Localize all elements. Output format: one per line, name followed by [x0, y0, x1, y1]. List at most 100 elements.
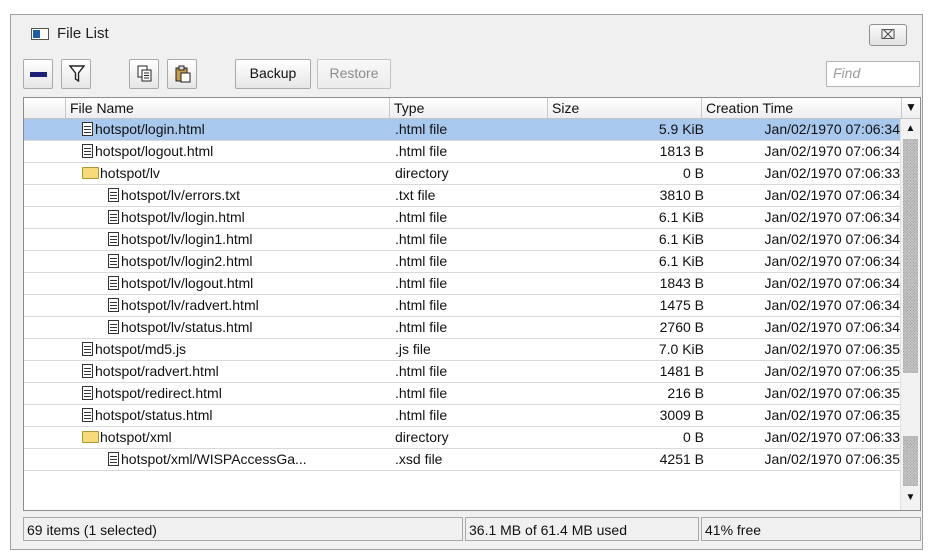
table-row[interactable]: hotspot/lv/login.html .html file 6.1 KiB Ja… — [24, 207, 900, 229]
header-size[interactable]: Size — [548, 98, 702, 118]
find-input[interactable]: Find — [826, 61, 920, 87]
scroll-track-upper[interactable] — [903, 139, 918, 373]
cell-file-name: hotspot/lv/logout.html — [82, 273, 426, 294]
column-menu-icon[interactable]: ▼ — [902, 98, 920, 118]
file-icon — [82, 408, 93, 422]
cell-creation-time: Jan/02/1970 07:06:34 — [764, 209, 900, 225]
header-type[interactable]: Type — [390, 98, 548, 118]
file-name-text: hotspot/xml — [100, 429, 172, 445]
scroll-down-arrow-icon[interactable]: ▼ — [901, 488, 920, 508]
status-disk-usage: 36.1 MB of 61.4 MB used — [465, 517, 699, 541]
table-row[interactable]: hotspot/lv/errors.txt .txt file 3810 B Jan/… — [24, 185, 900, 207]
backup-button[interactable]: Backup — [235, 59, 311, 89]
header-file-name[interactable]: File Name ⁄ — [66, 98, 390, 118]
cell-creation-time: Jan/02/1970 07:06:33 — [764, 429, 900, 445]
cell-type: .html file — [395, 385, 448, 401]
cell-size: 3009 B — [659, 407, 704, 423]
file-icon — [108, 188, 119, 202]
cell-creation-time: Jan/02/1970 07:06:34 — [764, 297, 900, 313]
cell-file-name: hotspot/lv/radvert.html — [82, 295, 426, 316]
file-icon — [82, 342, 93, 356]
cell-size: 1813 B — [659, 143, 704, 159]
header-creation-time[interactable]: Creation Time — [702, 98, 902, 118]
file-name-text: hotspot/status.html — [95, 407, 213, 423]
window-title: File List — [57, 25, 109, 42]
table-row[interactable]: hotspot/radvert.html .html file 1481 B Jan/… — [24, 361, 900, 383]
scroll-up-arrow-icon[interactable]: ▲ — [901, 119, 920, 139]
cell-creation-time: Jan/02/1970 07:06:34 — [764, 121, 900, 137]
copy-icon — [137, 65, 152, 82]
file-icon — [108, 232, 119, 246]
cell-type: .html file — [395, 209, 448, 225]
cell-file-name: hotspot/lv — [82, 163, 400, 184]
file-name-text: hotspot/lv/login2.html — [121, 253, 253, 269]
cell-type: .html file — [395, 363, 448, 379]
cell-size: 1843 B — [659, 275, 704, 291]
file-table: File Name ⁄ Type Size Creation Time ▼ ho… — [23, 97, 921, 511]
table-row[interactable]: hotspot/lv/logout.html .html file 1843 B Ja… — [24, 273, 900, 295]
table-row[interactable]: hotspot/login.html .html file 5.9 KiB Jan/0… — [24, 119, 900, 141]
cell-type: .html file — [395, 297, 448, 313]
file-icon — [108, 276, 119, 290]
vertical-scrollbar[interactable]: ▲ ▼ — [900, 119, 920, 510]
toolbar: Backup Restore Find — [11, 59, 922, 93]
cell-file-name: hotspot/xml/WISPAccessGa... — [82, 449, 426, 470]
cell-file-name: hotspot/lv/login1.html — [82, 229, 426, 250]
cell-file-name: hotspot/lv/login2.html — [82, 251, 426, 272]
remove-button[interactable] — [23, 59, 53, 89]
cell-type: .txt file — [395, 187, 436, 203]
table-row[interactable]: hotspot/lv/login1.html .html file 6.1 KiB J… — [24, 229, 900, 251]
cell-creation-time: Jan/02/1970 07:06:35 — [764, 385, 900, 401]
cell-size: 4251 B — [659, 451, 704, 467]
header-spacer — [24, 98, 66, 118]
cell-type: .xsd file — [395, 451, 443, 467]
copy-button[interactable] — [129, 59, 159, 89]
table-row[interactable]: hotspot/lv/login2.html .html file 6.1 KiB J… — [24, 251, 900, 273]
folder-icon — [82, 431, 99, 443]
cell-creation-time: Jan/02/1970 07:06:35 — [764, 451, 900, 467]
cell-size: 6.1 KiB — [658, 253, 704, 269]
cell-file-name: hotspot/redirect.html — [82, 383, 400, 404]
status-items: 69 items (1 selected) — [23, 517, 463, 541]
cell-creation-time: Jan/02/1970 07:06:34 — [764, 275, 900, 291]
cell-size: 5.9 KiB — [658, 121, 704, 137]
cell-file-name: hotspot/lv/status.html — [82, 317, 426, 338]
table-row[interactable]: hotspot/redirect.html .html file 216 B Jan/… — [24, 383, 900, 405]
cell-size: 0 B — [682, 429, 704, 445]
cell-type: directory — [395, 165, 449, 181]
file-name-text: hotspot/xml/WISPAccessGa... — [121, 451, 307, 467]
file-icon — [108, 452, 119, 466]
cell-size: 6.1 KiB — [658, 231, 704, 247]
cell-size: 1475 B — [659, 297, 704, 313]
paste-button[interactable] — [167, 59, 197, 89]
table-row[interactable]: hotspot/xml directory 0 B Jan/02/1970 07:06… — [24, 427, 900, 449]
cell-type: .html file — [395, 253, 448, 269]
scroll-track-lower[interactable] — [903, 436, 918, 486]
cell-creation-time: Jan/02/1970 07:06:33 — [764, 165, 900, 181]
cell-creation-time: Jan/02/1970 07:06:35 — [764, 407, 900, 423]
cell-type: .html file — [395, 143, 448, 159]
filter-icon — [69, 65, 85, 83]
table-row[interactable]: hotspot/logout.html .html file 1813 B Jan/0… — [24, 141, 900, 163]
filter-button[interactable] — [61, 59, 91, 89]
restore-button[interactable]: Restore — [317, 59, 391, 89]
title-bar[interactable]: File List ⌧ — [11, 15, 922, 55]
cell-type: .html file — [395, 121, 448, 137]
cell-file-name: hotspot/status.html — [82, 405, 400, 426]
folder-icon — [82, 167, 99, 179]
table-row[interactable]: hotspot/md5.js .js file 7.0 KiB Jan/02/1970… — [24, 339, 900, 361]
cell-size: 1481 B — [659, 363, 704, 379]
close-button[interactable]: ⌧ — [869, 24, 907, 46]
file-name-text: hotspot/lv — [100, 165, 160, 181]
table-row[interactable]: hotspot/lv directory 0 B Jan/02/1970 07:06:… — [24, 163, 900, 185]
table-row[interactable]: hotspot/lv/status.html .html file 2760 B Ja… — [24, 317, 900, 339]
cell-creation-time: Jan/02/1970 07:06:35 — [764, 341, 900, 357]
cell-file-name: hotspot/radvert.html — [82, 361, 400, 382]
file-icon — [82, 122, 93, 136]
cell-creation-time: Jan/02/1970 07:06:34 — [764, 231, 900, 247]
table-row[interactable]: hotspot/xml/WISPAccessGa... .xsd file 4251… — [24, 449, 900, 471]
cell-creation-time: Jan/02/1970 07:06:34 — [764, 143, 900, 159]
table-row[interactable]: hotspot/lv/radvert.html .html file 1475 B J… — [24, 295, 900, 317]
cell-size: 3810 B — [659, 187, 704, 203]
table-row[interactable]: hotspot/status.html .html file 3009 B Jan/0… — [24, 405, 900, 427]
